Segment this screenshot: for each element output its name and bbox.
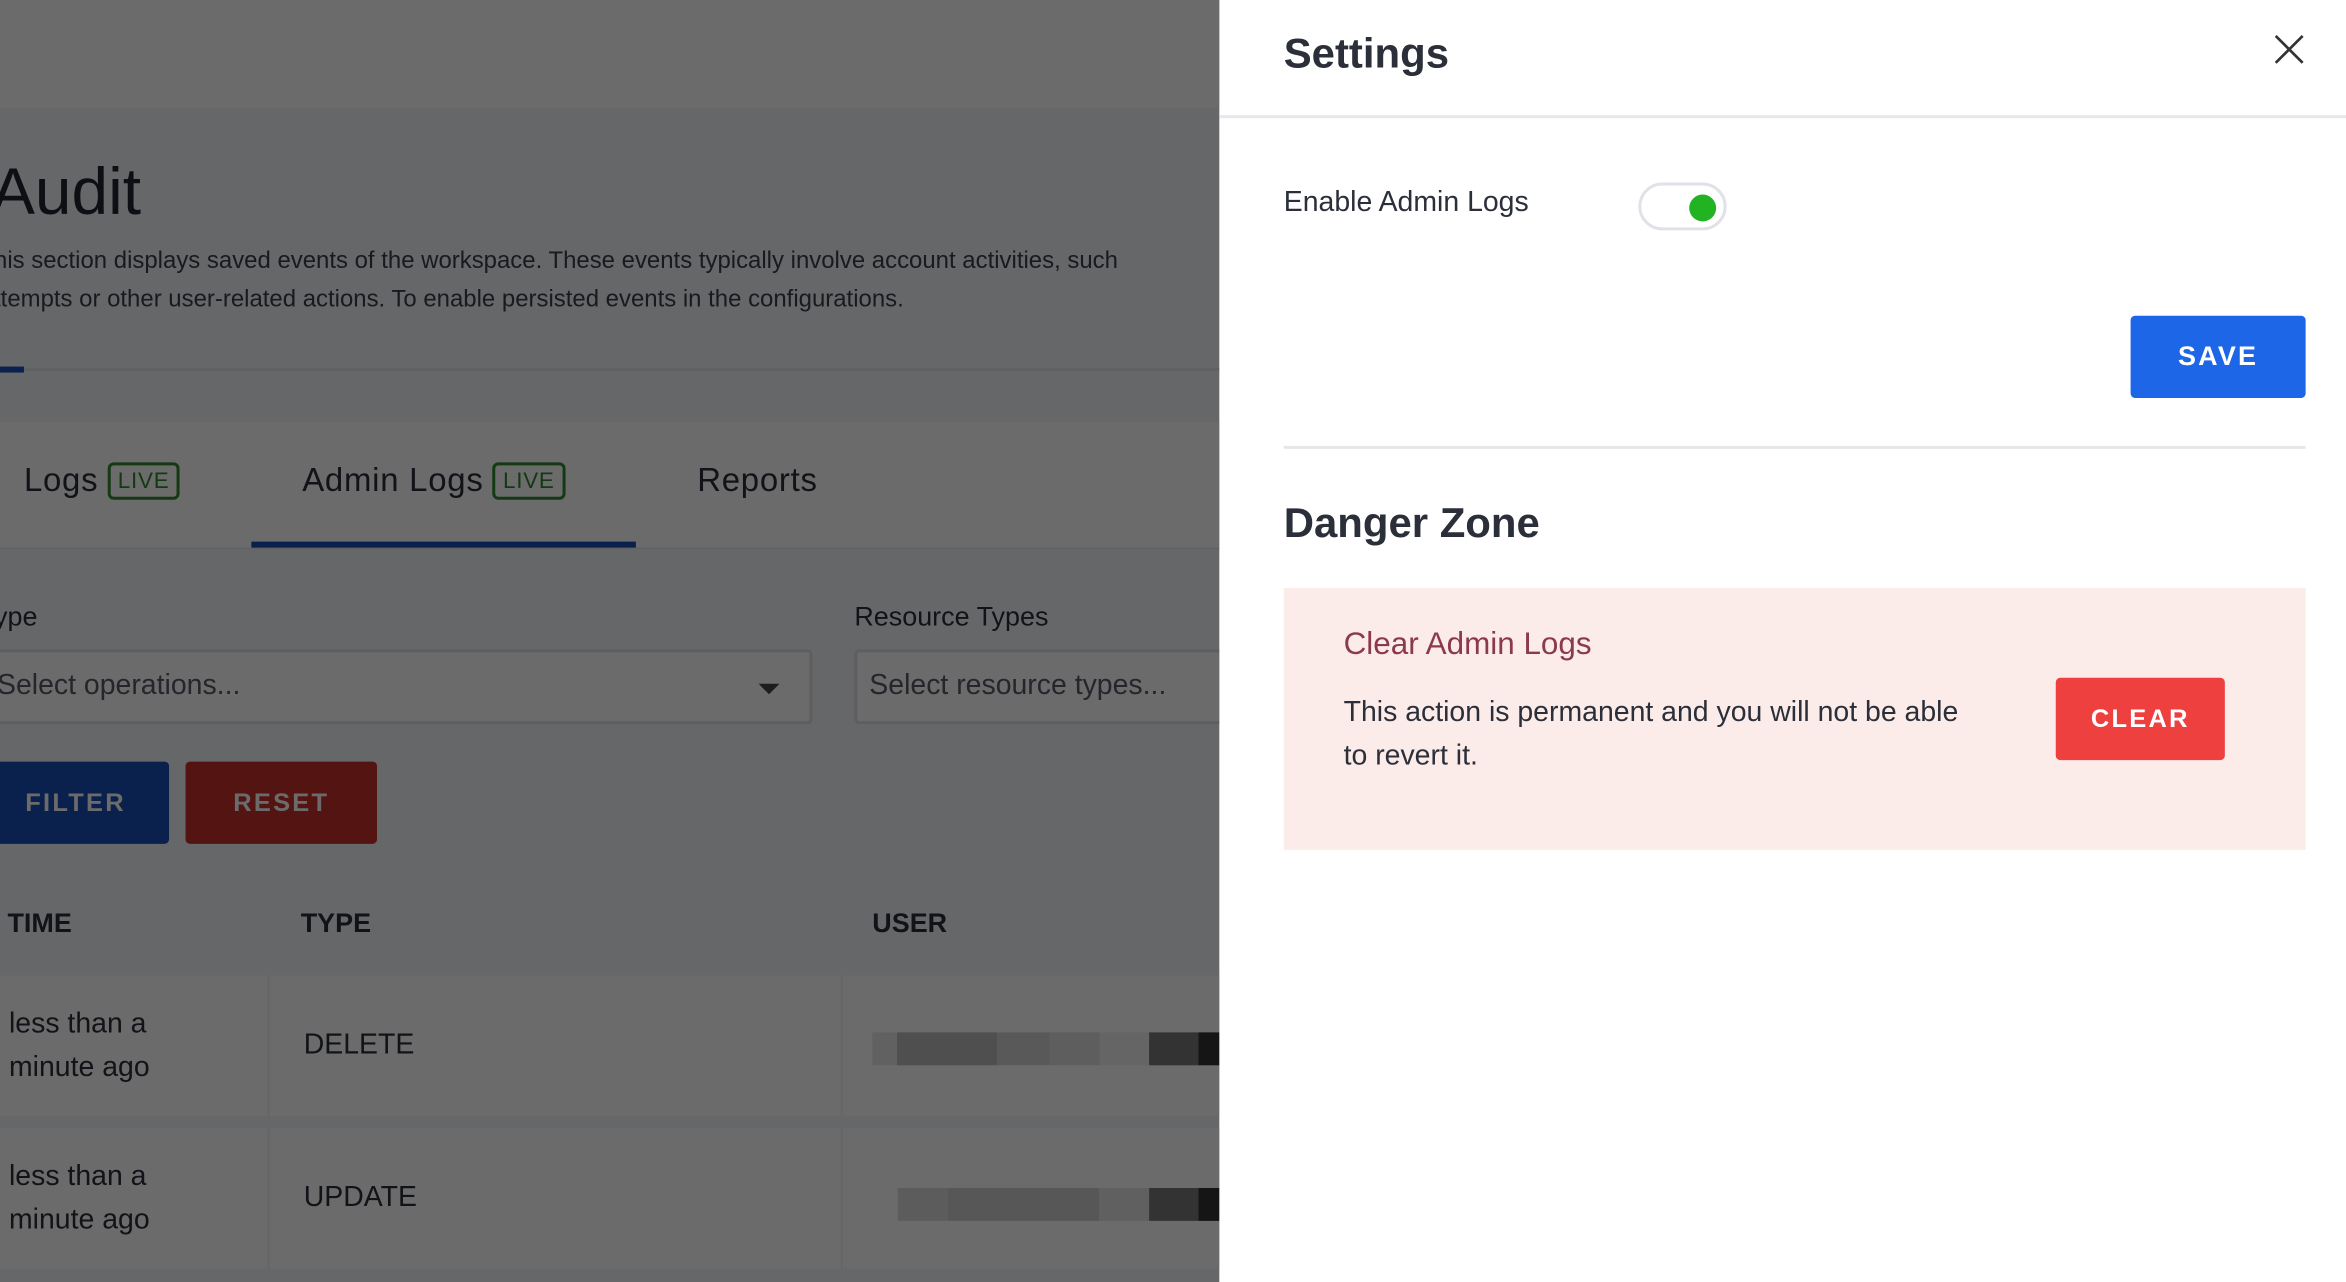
tab-label: Admin Logs [302, 460, 484, 499]
column-header-type: TYPE [300, 908, 372, 939]
reset-button[interactable]: RESET [185, 761, 378, 844]
tab-reports[interactable]: Reports [697, 461, 818, 500]
top-header [0, 0, 1220, 108]
type-label: ype [0, 601, 38, 632]
app: Audit his section displays saved events … [0, 0, 2346, 1282]
active-tab-indicator [251, 541, 636, 548]
divider [0, 368, 1220, 372]
enable-admin-logs-label: Enable Admin Logs [1283, 187, 1529, 219]
tab-label: Logs [23, 460, 99, 499]
tab-logs[interactable]: Logs LIVE [24, 461, 180, 500]
page-description: his section displays saved events of the… [0, 242, 1118, 320]
column-header-time: TIME [7, 908, 72, 939]
live-badge: LIVE [107, 461, 180, 499]
resource-types-select[interactable]: Select resource types... [854, 649, 1220, 725]
clear-admin-logs-title: Clear Admin Logs [1343, 626, 1592, 662]
settings-drawer: Settings Enable Admin Logs SAVE Danger Z… [1219, 0, 2346, 1282]
cell-divider [840, 1128, 843, 1269]
operations-select[interactable]: Select operations... [0, 649, 813, 725]
time-cell: less than a minute ago [8, 1008, 150, 1084]
type-cell: DELETE [303, 1029, 415, 1061]
filter-button[interactable]: FILTER [0, 761, 170, 844]
cell-divider [840, 975, 843, 1117]
enable-admin-logs-toggle[interactable] [1638, 182, 1727, 231]
column-header-user: USER [872, 908, 948, 939]
danger-zone-box: Clear Admin Logs This action is permanen… [1283, 588, 2306, 850]
placeholder: Select operations... [0, 670, 241, 702]
resource-types-label: Resource Types [854, 601, 1049, 632]
drawer-header: Settings [1219, 0, 2346, 119]
table-row[interactable]: less than a minute ago UPDATE [0, 1128, 1220, 1269]
danger-zone-title: Danger Zone [1283, 499, 1540, 547]
toggle-knob [1689, 194, 1717, 222]
caret-down-icon [758, 683, 780, 695]
clear-admin-logs-description: This action is permanent and you will no… [1343, 697, 1959, 773]
tab-label: Reports [697, 460, 818, 499]
time-cell: less than a minute ago [8, 1161, 150, 1236]
clear-button[interactable]: CLEAR [2055, 677, 2225, 761]
live-badge: LIVE [492, 461, 566, 499]
tab-admin-logs[interactable]: Admin Logs LIVE [302, 460, 566, 500]
placeholder: Select resource types... [869, 670, 1167, 702]
page-title: Audit [0, 155, 142, 229]
description-line: ttempts or other user-related actions. T… [0, 287, 904, 313]
description-line: his section displays saved events of the… [0, 248, 1118, 274]
table-row[interactable]: less than a minute ago DELETE [0, 975, 1220, 1117]
tab-bar: Logs LIVE Admin Logs LIVE Reports [0, 421, 1220, 550]
drawer-title: Settings [1283, 29, 1450, 77]
save-button[interactable]: SAVE [2130, 315, 2306, 398]
cell-divider [267, 975, 270, 1117]
progress-indicator [0, 366, 24, 373]
divider [1283, 445, 2306, 449]
cell-divider [267, 1128, 270, 1269]
audit-page-behind-backdrop[interactable]: Audit his section displays saved events … [0, 0, 1220, 1282]
type-cell: UPDATE [303, 1181, 417, 1214]
close-icon[interactable] [2273, 33, 2306, 66]
